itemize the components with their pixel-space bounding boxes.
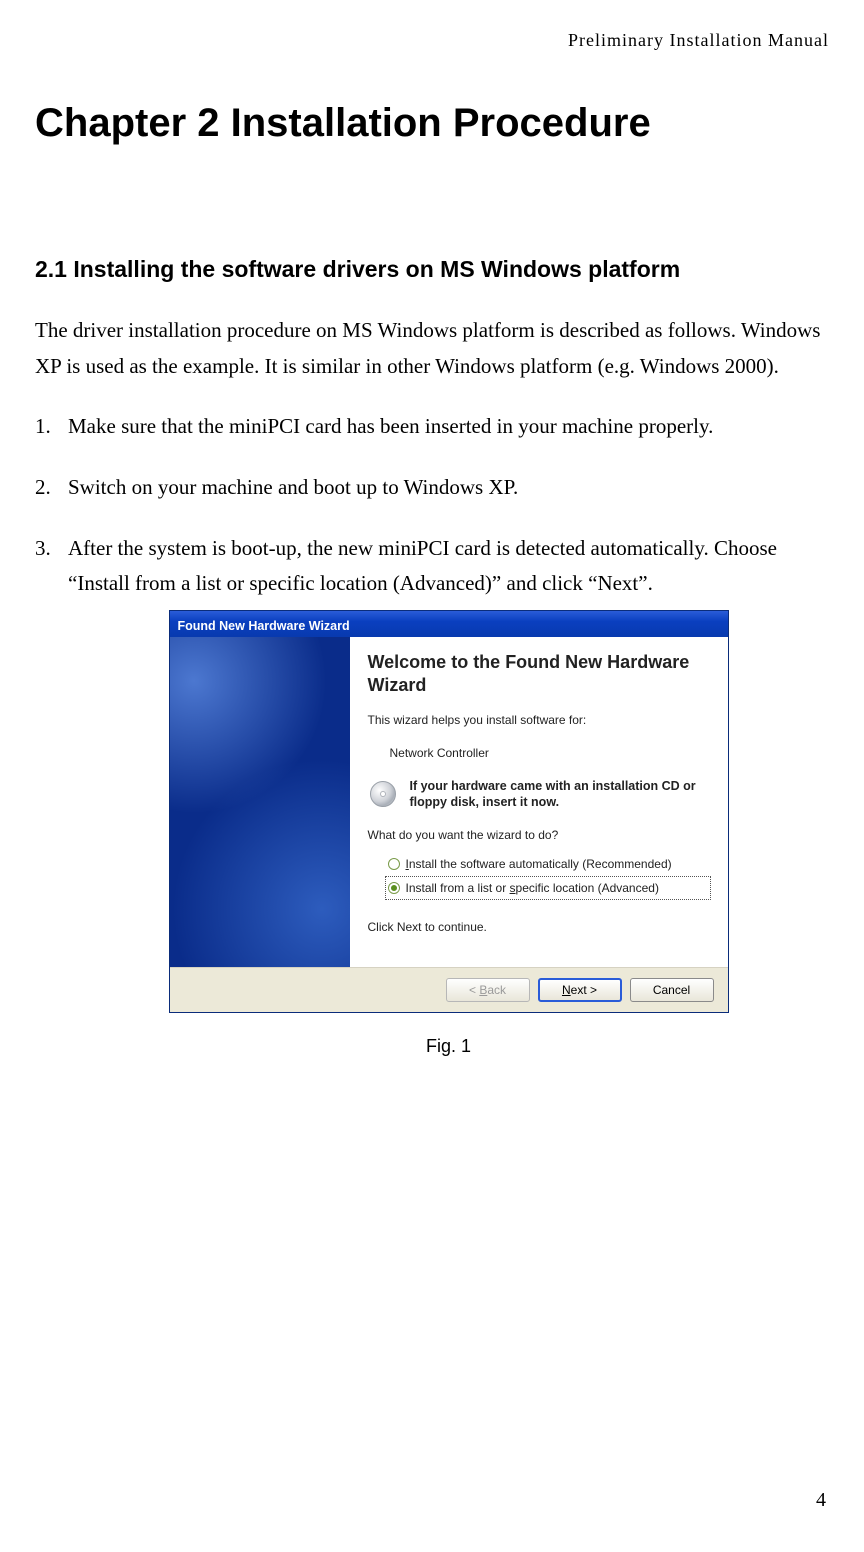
wizard-radio-group: Install the software automatically (Reco… <box>386 853 710 899</box>
radio-list-label: Install from a list or specific location… <box>406 878 659 898</box>
wizard-titlebar: Found New Hardware Wizard <box>170 611 728 637</box>
intro-paragraph: The driver installation procedure on MS … <box>35 313 829 384</box>
wizard-footer: < Back Next > Cancel <box>170 967 728 1012</box>
wizard-welcome: Welcome to the Found New Hardware Wizard <box>368 651 710 696</box>
wizard-device: Network Controller <box>390 743 710 763</box>
wizard-screenshot: Found New Hardware Wizard Welcome to the… <box>68 610 829 1013</box>
step-3: After the system is boot-up, the new min… <box>35 531 829 1062</box>
wizard-main: Welcome to the Found New Hardware Wizard… <box>350 637 728 967</box>
wizard-body: Welcome to the Found New Hardware Wizard… <box>170 637 728 967</box>
wizard-cd-note: If your hardware came with an installati… <box>410 779 710 810</box>
ordered-steps: Make sure that the miniPCI card has been… <box>35 409 829 1061</box>
radio-install-list[interactable]: Install from a list or specific location… <box>386 877 710 899</box>
cd-icon <box>368 779 400 811</box>
figure-caption: Fig. 1 <box>68 1031 829 1062</box>
radio-icon <box>388 882 400 894</box>
wizard-cd-row: If your hardware came with an installati… <box>368 779 710 811</box>
radio-install-auto[interactable]: Install the software automatically (Reco… <box>386 853 710 875</box>
wizard-helps-text: This wizard helps you install software f… <box>368 710 710 730</box>
back-button: < Back <box>446 978 530 1002</box>
wizard-side-graphic <box>170 637 350 967</box>
radio-auto-label: Install the software automatically (Reco… <box>406 854 672 874</box>
section-title: 2.1 Installing the software drivers on M… <box>35 256 829 283</box>
radio-icon <box>388 858 400 870</box>
wizard-window: Found New Hardware Wizard Welcome to the… <box>169 610 729 1013</box>
chapter-title: Chapter 2 Installation Procedure <box>35 101 829 146</box>
running-header: Preliminary Installation Manual <box>35 30 829 51</box>
step-3-text: After the system is boot-up, the new min… <box>68 536 777 596</box>
next-button[interactable]: Next > <box>538 978 622 1002</box>
step-2: Switch on your machine and boot up to Wi… <box>35 470 829 506</box>
step-1: Make sure that the miniPCI card has been… <box>35 409 829 445</box>
wizard-continue: Click Next to continue. <box>368 917 710 937</box>
page-number: 4 <box>816 1489 826 1512</box>
cancel-button[interactable]: Cancel <box>630 978 714 1002</box>
wizard-prompt: What do you want the wizard to do? <box>368 825 710 845</box>
